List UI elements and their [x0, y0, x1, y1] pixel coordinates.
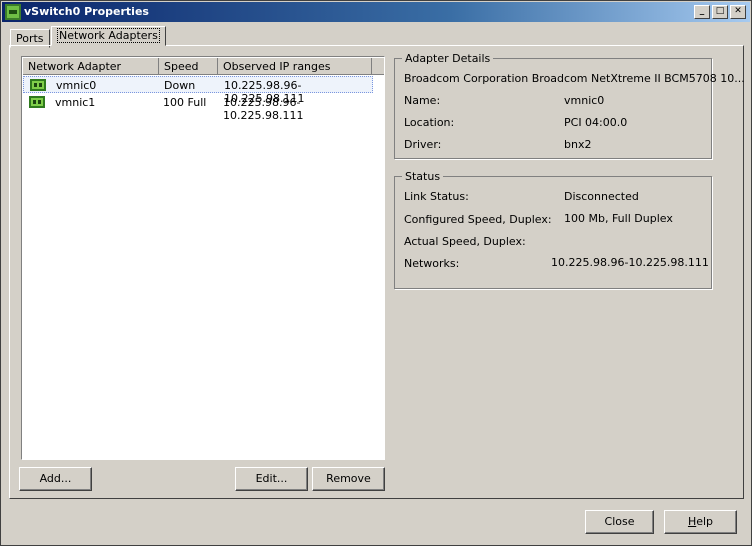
column-header-speed[interactable]: Speed [159, 58, 218, 75]
column-header-filler [372, 58, 384, 75]
adapter-name: vmnic1 [55, 96, 96, 109]
link-status-value: Disconnected [564, 190, 639, 203]
help-button[interactable]: Help [664, 510, 737, 534]
add-button[interactable]: Add... [19, 467, 92, 491]
networks-label: Networks: [404, 257, 460, 270]
network-card-icon [29, 96, 45, 108]
adapter-name: vmnic0 [56, 79, 97, 92]
help-rest: elp [696, 515, 714, 528]
minimize-button[interactable]: _ [694, 5, 710, 19]
tab-network-adapters-label: Network Adapters [57, 28, 160, 43]
help-hotkey: H [687, 515, 697, 528]
status-group: Status Link Status: Disconnected Configu… [394, 170, 712, 289]
vsphere-network-icon [5, 4, 21, 20]
column-header-network-adapter[interactable]: Network Adapter [23, 58, 159, 75]
adapters-list[interactable]: Network Adapter Speed Observed IP ranges… [21, 56, 385, 460]
name-value: vmnic0 [564, 94, 605, 107]
location-label: Location: [404, 116, 455, 129]
networks-value: 10.225.98.96-10.225.98.111 [551, 256, 709, 269]
table-row[interactable]: vmnic0 Down 10.225.98.96-10.225.98.111 [23, 76, 373, 105]
driver-value: bnx2 [564, 138, 592, 151]
adapter-details-group: Adapter Details Broadcom Corporation Bro… [394, 52, 745, 159]
configured-speed-label: Configured Speed, Duplex: [404, 213, 552, 226]
tab-ports-label: Ports [16, 32, 44, 45]
adapter-details-label: Adapter Details [402, 52, 494, 65]
adapter-speed: Down [164, 79, 196, 92]
table-row[interactable]: vmnic1 100 Full 10.225.98.96-10.225.98.1… [23, 94, 373, 122]
tab-network-adapters[interactable]: Network Adapters [51, 26, 166, 46]
name-label: Name: [404, 94, 441, 107]
adapter-description: Broadcom Corporation Broadcom NetXtreme … [404, 72, 745, 85]
adapter-speed: 100 Full [163, 96, 207, 109]
title-bar[interactable]: vSwitch0 Properties _ □ ✕ [2, 2, 750, 22]
properties-window: vSwitch0 Properties _ □ ✕ Ports Network … [0, 0, 752, 546]
location-value: PCI 04:00.0 [564, 116, 628, 129]
adapter-ip-ranges: 10.225.98.96-10.225.98.111 [223, 96, 304, 122]
network-card-icon [30, 79, 46, 91]
window-title: vSwitch0 Properties [24, 5, 149, 18]
remove-button[interactable]: Remove [312, 467, 385, 491]
status-label: Status [402, 170, 444, 183]
close-button[interactable]: Close [585, 510, 654, 534]
configured-speed-value: 100 Mb, Full Duplex [564, 212, 673, 225]
column-header-ip-ranges[interactable]: Observed IP ranges [218, 58, 372, 75]
maximize-button[interactable]: □ [712, 5, 728, 19]
actual-speed-label: Actual Speed, Duplex: [404, 235, 526, 248]
close-window-button[interactable]: ✕ [730, 5, 746, 19]
driver-label: Driver: [404, 138, 442, 151]
link-status-label: Link Status: [404, 190, 469, 203]
edit-button[interactable]: Edit... [235, 467, 308, 491]
